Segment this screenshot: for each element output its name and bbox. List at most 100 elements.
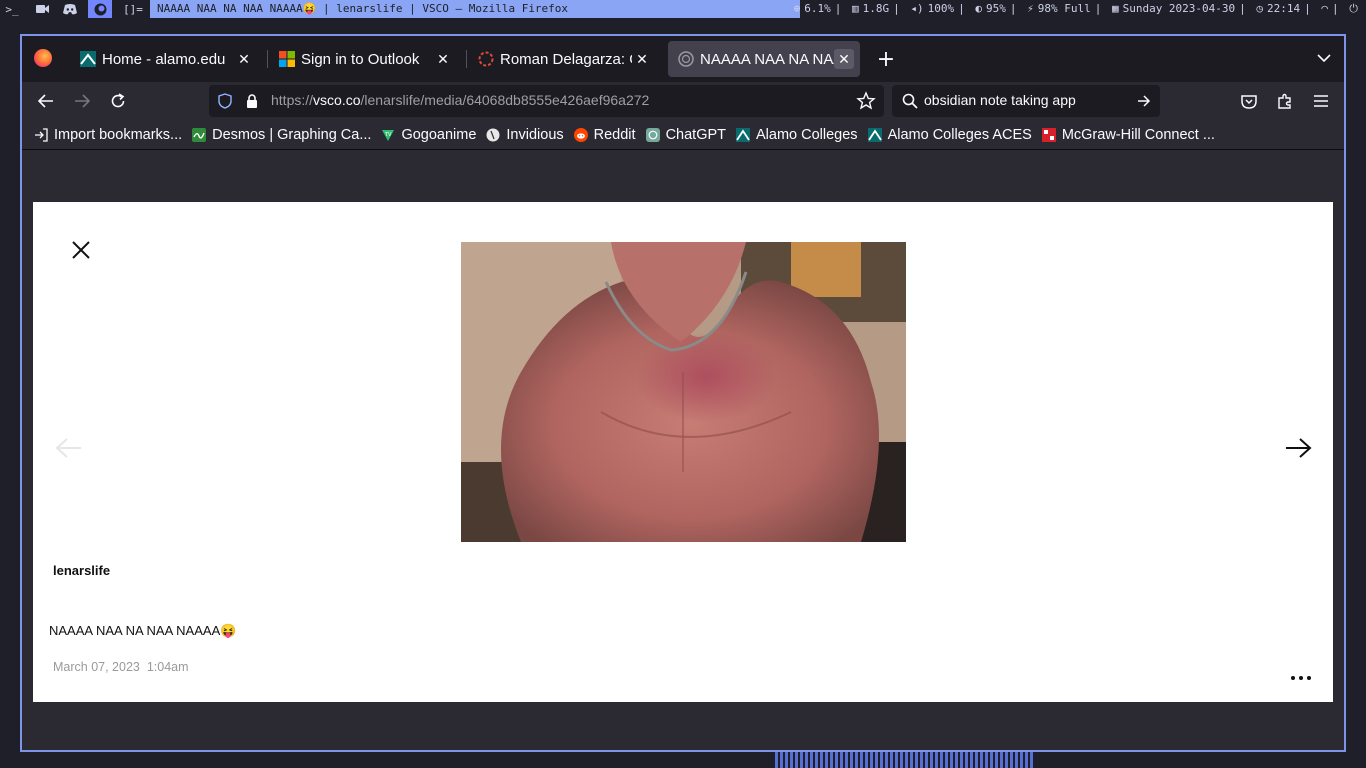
battery-icon: ⚡	[1027, 2, 1034, 15]
workspace-discord[interactable]	[58, 0, 82, 18]
tab-roman-delagarza[interactable]: Roman Delagarza: GC ✕	[468, 41, 658, 77]
url-path: /lenarslife/media/64068db8555e426aef96a2…	[360, 92, 650, 108]
close-tab-icon[interactable]: ✕	[834, 49, 854, 69]
spinner-icon	[478, 51, 494, 67]
tab-bar: Home - alamo.edu ✕ Sign in to Outlook ✕ …	[22, 36, 1344, 82]
tracking-protection-shield-icon[interactable]	[217, 93, 233, 109]
new-tab-button[interactable]: +	[874, 47, 898, 72]
hamburger-menu-icon	[1314, 95, 1328, 107]
bookmark-label: Desmos | Graphing Ca...	[212, 126, 372, 143]
muscular-chest-photo[interactable]	[461, 242, 906, 542]
close-tab-icon[interactable]: ✕	[234, 49, 254, 69]
brightness-level: 95%	[985, 2, 1006, 15]
bookmark-mcgraw-hill[interactable]: McGraw-Hill Connect ...	[1041, 126, 1215, 143]
tab-label: Sign in to Outlook	[301, 50, 420, 68]
bookmark-star-icon[interactable]	[856, 91, 876, 111]
app-menu-button[interactable]	[1308, 88, 1334, 114]
close-tab-icon[interactable]: ✕	[632, 49, 652, 69]
calendar-icon: ▦	[1111, 2, 1119, 15]
volume-icon: ◂)	[910, 2, 924, 15]
reload-button[interactable]	[104, 88, 132, 114]
bookmark-alamo-aces[interactable]: Alamo Colleges ACES	[867, 126, 1032, 143]
bookmark-gogoanime[interactable]: TV Gogoanime	[381, 127, 476, 143]
workspace-recorder[interactable]	[30, 0, 54, 18]
bookmark-label: Reddit	[593, 126, 636, 143]
puzzle-icon	[1278, 93, 1291, 109]
firefox-logo-icon[interactable]	[34, 49, 52, 67]
pocket-button[interactable]	[1236, 88, 1262, 114]
back-button[interactable]	[32, 88, 60, 114]
bookmark-label: McGraw-Hill Connect ...	[1061, 126, 1215, 143]
bookmark-reddit[interactable]: Reddit	[573, 126, 636, 143]
reload-icon	[111, 93, 125, 108]
svg-text:TV: TV	[384, 132, 392, 138]
bookmark-alamo-colleges[interactable]: Alamo Colleges	[736, 127, 858, 143]
forward-arrow-icon	[75, 94, 90, 108]
gogoanime-icon: TV	[382, 129, 395, 141]
date-display: Sunday 2023-04-30	[1122, 2, 1236, 15]
search-go-arrow-icon[interactable]	[1134, 91, 1154, 111]
post-time: 1:04am	[146, 660, 189, 674]
pocket-icon	[1241, 94, 1257, 109]
more-options-icon[interactable]	[1289, 672, 1313, 684]
reddit-icon	[573, 127, 588, 142]
url-host: vsco.co	[313, 92, 361, 108]
search-bar[interactable]: obsidian note taking app	[892, 85, 1160, 117]
page-content: lenarslife NAAAA NAA NA NAA NAAAA😝 March…	[22, 151, 1344, 750]
bookmark-label: Import bookmarks...	[54, 126, 183, 143]
desmos-icon	[192, 127, 207, 142]
bookmarks-toolbar: Import bookmarks... Desmos | Graphing Ca…	[22, 120, 1344, 150]
alamo-icon	[867, 127, 882, 142]
tab-outlook[interactable]: Sign in to Outlook ✕	[269, 41, 459, 77]
alamo-icon	[736, 127, 750, 142]
tab-label: NAAAA NAA NA NAA	[700, 50, 834, 68]
extensions-button[interactable]	[1272, 88, 1298, 114]
discord-icon	[63, 3, 77, 14]
tab-home-alamo[interactable]: Home - alamo.edu ✕	[70, 41, 260, 77]
video-camera-icon	[35, 5, 49, 13]
bookmark-label: Alamo Colleges ACES	[887, 126, 1032, 143]
lock-icon[interactable]	[244, 93, 260, 109]
tab-list-chevron-icon[interactable]	[1314, 48, 1334, 68]
status-area: ⊕ 6.1% | ▥ 1.8G | ◂) 100% | ◐ 95% | ⚡ 98% Full | ▦…	[793, 2, 1358, 15]
workspace-layout[interactable]: []=	[118, 0, 148, 18]
memory-icon: ▥	[851, 2, 859, 15]
workspace-terminal[interactable]: >_	[0, 0, 24, 18]
tab-separator	[466, 50, 467, 68]
vsco-icon	[678, 51, 694, 67]
next-arrow-icon[interactable]	[1284, 436, 1312, 460]
search-input[interactable]: obsidian note taking app	[924, 92, 1076, 108]
memory-usage: 1.8G	[862, 2, 890, 15]
invidious-icon	[486, 128, 500, 141]
forward-button[interactable]	[68, 88, 96, 114]
desktop-wallpaper	[775, 752, 1033, 768]
power-icon[interactable]: ⏻	[1349, 2, 1358, 15]
tab-label: Roman Delagarza: GC	[500, 50, 632, 68]
workspace-firefox[interactable]	[88, 0, 112, 18]
bookmark-invidious[interactable]: Invidious	[486, 126, 564, 143]
wifi-icon: ◠	[1321, 2, 1329, 15]
time-display: 22:14	[1267, 2, 1301, 15]
tab-separator	[267, 50, 268, 68]
bookmark-desmos[interactable]: Desmos | Graphing Ca...	[192, 127, 371, 143]
bookmark-import[interactable]: Import bookmarks...	[34, 127, 182, 143]
tab-vsco[interactable]: NAAAA NAA NA NAA ✕	[668, 41, 860, 77]
window-title: NAAAA NAA NA NAA NAAAA😝 | lenarslife | V…	[150, 0, 800, 18]
close-tab-icon[interactable]: ✕	[433, 49, 453, 69]
address-bar[interactable]: https://vsco.co/lenarslife/media/64068db…	[209, 85, 884, 117]
search-icon	[902, 93, 918, 109]
media-lightbox: lenarslife NAAAA NAA NA NAA NAAAA😝 March…	[33, 202, 1333, 702]
alamo-icon	[80, 51, 96, 67]
bookmark-label: Gogoanime	[401, 126, 477, 143]
mcgraw-hill-icon	[1041, 127, 1056, 142]
firefox-icon	[94, 3, 106, 15]
post-author[interactable]: lenarslife	[53, 563, 110, 578]
post-caption: NAAAA NAA NA NAA NAAAA😝	[49, 623, 237, 638]
bookmark-chatgpt[interactable]: ChatGPT	[645, 126, 726, 143]
bookmark-label: ChatGPT	[665, 126, 726, 143]
cpu-usage: 6.1%	[804, 2, 831, 15]
bookmark-label: Invidious	[506, 126, 564, 143]
close-icon[interactable]	[69, 238, 93, 262]
previous-arrow-icon[interactable]	[55, 436, 83, 460]
brightness-icon: ◐	[975, 2, 982, 15]
